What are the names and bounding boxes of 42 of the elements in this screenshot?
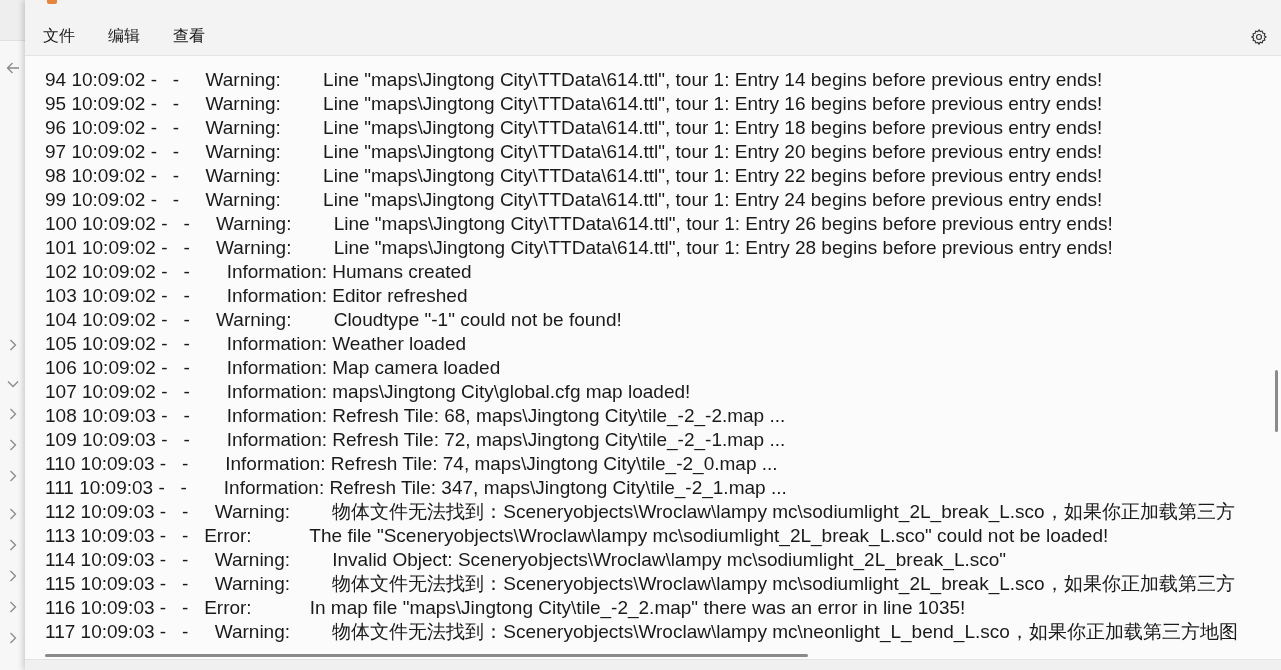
chevron-right-icon [9, 470, 17, 482]
log-line: 117 10:09:03 - - Warning: 物体文件无法找到：Sceneryobjects\Wroclaw\lampy mc\neonlight_L_bend_L.sco，如果你正加载第三方地图 [45, 620, 1238, 644]
log-line: 109 10:09:03 - - Information: Refresh Tile: 72, maps\Jingtong City\tile_-2_-1.map ... [45, 428, 786, 452]
menu-item[interactable]: 查看 [167, 22, 211, 51]
log-line: 102 10:09:02 - - Information: Humans created [45, 260, 472, 284]
log-line: 99 10:09:02 - - Warning: Line "maps\Jingtong City\TTData\614.ttl", tour 1: Entry 24 begins before previous entry ends! [45, 188, 1103, 212]
chevron-down-icon [7, 380, 19, 388]
log-line: 107 10:09:02 - - Information: maps\Jingtong City\global.cfg map loaded! [45, 380, 691, 404]
chevron-right-icon [9, 339, 17, 351]
horizontal-scrollbar[interactable] [45, 653, 808, 657]
log-line: 94 10:09:02 - - Warning: Line "maps\Jingtong City\TTData\614.ttl", tour 1: Entry 14 begins before previous entry ends! [45, 68, 1103, 92]
chevron-right-icon [9, 570, 17, 582]
log-line: 101 10:09:02 - - Warning: Line "maps\Jingtong City\TTData\614.ttl", tour 1: Entry 28 begins before previous entry ends! [45, 236, 1113, 260]
log-line: 114 10:09:03 - - Warning: Invalid Object: Sceneryobjects\Wroclaw\lampy mc\sodiumlight_2L_break_L.sco" [45, 548, 1007, 572]
chevron-right-icon [9, 508, 17, 520]
log-line: 112 10:09:03 - - Warning: 物体文件无法找到：Sceneryobjects\Wroclaw\lampy mc\sodiumlight_2L_break_L.sco，如果你正加载第三方 [45, 500, 1235, 524]
chevron-right-icon [9, 601, 17, 613]
log-line: 103 10:09:02 - - Information: Editor refreshed [45, 284, 468, 308]
chevron-right-icon [9, 632, 17, 644]
log-line: 113 10:09:03 - - Error: The file "Sceneryobjects\Wroclaw\lampy mc\sodiumlight_2L_break_L.sco" could not be loaded! [45, 524, 1109, 548]
log-line: 105 10:09:02 - - Information: Weather loaded [45, 332, 467, 356]
back-arrow-icon [6, 62, 20, 74]
log-line: 106 10:09:02 - - Information: Map camera loaded [45, 356, 501, 380]
log-line: 96 10:09:02 - - Warning: Line "maps\Jingtong City\TTData\614.ttl", tour 1: Entry 18 begins before previous entry ends! [45, 116, 1103, 140]
chevron-right-icon [9, 408, 17, 420]
log-line: 98 10:09:02 - - Warning: Line "maps\Jingtong City\TTData\614.ttl", tour 1: Entry 22 begins before previous entry ends! [45, 164, 1103, 188]
log-line: 104 10:09:02 - - Warning: Cloudtype "-1" could not be found! [45, 308, 622, 332]
chevron-right-icon [9, 539, 17, 551]
log-line: 111 10:09:03 - - Information: Refresh Tile: 347, maps\Jingtong City\tile_-2_1.map ... [45, 476, 787, 500]
settings-icon[interactable] [1250, 27, 1268, 46]
log-line: 110 10:09:03 - - Information: Refresh Tile: 74, maps\Jingtong City\tile_-2_0.map ... [45, 452, 778, 476]
log-line: 100 10:09:02 - - Warning: Line "maps\Jingtong City\TTData\614.ttl", tour 1: Entry 26 begins before previous entry ends! [45, 212, 1113, 236]
vertical-scrollbar[interactable] [1275, 370, 1278, 432]
app-icon [47, 0, 57, 4]
log-line: 108 10:09:03 - - Information: Refresh Tile: 68, maps\Jingtong City\tile_-2_-2.map ... [45, 404, 786, 428]
menu-item[interactable]: 文件 [37, 22, 81, 51]
menu-item[interactable]: 编辑 [102, 22, 146, 51]
log-line: 116 10:09:03 - - Error: In map file "maps\Jingtong City\tile_-2_2.map" there was an error in line 1035! [45, 596, 966, 620]
log-line: 115 10:09:03 - - Warning: 物体文件无法找到：Sceneryobjects\Wroclaw\lampy mc\sodiumlight_2L_break_L.sco，如果你正加载第三方 [45, 572, 1235, 596]
log-line: 97 10:09:02 - - Warning: Line "maps\Jingtong City\TTData\614.ttl", tour 1: Entry 20 begins before previous entry ends! [45, 140, 1103, 164]
log-line: 95 10:09:02 - - Warning: Line "maps\Jingtong City\TTData\614.ttl", tour 1: Entry 16 begins before previous entry ends! [45, 92, 1103, 116]
chevron-right-icon [9, 439, 17, 451]
